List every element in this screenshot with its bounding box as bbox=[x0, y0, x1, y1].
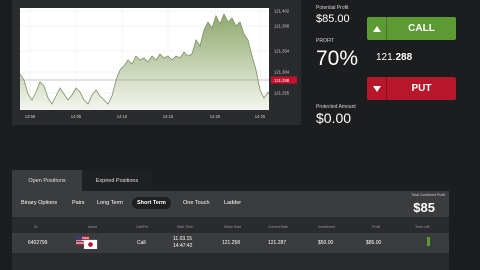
tab-expired-positions[interactable]: Expired Positions bbox=[82, 170, 152, 191]
current-price-main: 121. bbox=[376, 52, 396, 63]
y-tick-label: 121.354 bbox=[274, 49, 290, 54]
total-profit-label: Total Combined Profit bbox=[411, 193, 445, 197]
tab-bar-filler bbox=[152, 170, 449, 191]
position-direction: Call bbox=[137, 240, 146, 246]
x-tick-label: 14:25 bbox=[255, 114, 266, 119]
filter-long-term[interactable]: Long Term bbox=[97, 200, 123, 206]
filter-short-term[interactable]: Short Term bbox=[132, 197, 171, 209]
current-price: 121.288 bbox=[376, 52, 412, 63]
positions-panel: Open Positions Expired Positions Binary … bbox=[12, 170, 449, 270]
filter-ladder[interactable]: Ladder bbox=[224, 200, 241, 206]
col-investment: Investment bbox=[318, 225, 336, 229]
y-tick-label: 121.368 bbox=[274, 24, 290, 29]
protected-amount-value: $0.00 bbox=[316, 110, 352, 126]
col-profit: Profit bbox=[372, 225, 381, 229]
currency-pair-flag-icon bbox=[76, 236, 98, 250]
col-time-left: Time Left bbox=[415, 225, 430, 229]
col-asset: Asset bbox=[88, 225, 97, 229]
current-price-tag-label: 121.288 bbox=[274, 78, 290, 83]
col-call-put: Call/Put bbox=[136, 225, 149, 229]
profit-percent: 70% bbox=[316, 47, 359, 70]
trade-panel: Potential Profit $85.00 PROFIT 70% Prote… bbox=[310, 0, 480, 135]
tab-open-positions[interactable]: Open Positions bbox=[12, 170, 82, 191]
x-tick-label: 14:05 bbox=[71, 114, 82, 119]
potential-profit-label: Potential Profit bbox=[316, 5, 349, 11]
call-button[interactable]: CALL bbox=[367, 17, 456, 40]
y-tick-label: 121.402 bbox=[274, 9, 290, 14]
col-id: ID bbox=[34, 225, 38, 229]
position-start-time: 14:47:42 bbox=[173, 243, 193, 249]
x-tick-label: 14:15 bbox=[163, 114, 174, 119]
call-button-label: CALL bbox=[408, 23, 435, 34]
profit-label: PROFIT bbox=[316, 38, 335, 44]
col-current-rate: Current Rate bbox=[268, 225, 289, 229]
position-id: 6402799 bbox=[28, 240, 48, 246]
position-investment: $50.00 bbox=[318, 240, 334, 246]
position-profit: $85.00 bbox=[366, 240, 382, 246]
y-tick-label: 121.304 bbox=[274, 70, 290, 75]
trading-page: 121.402 121.368 121.354 121.304 121.255 121.2… bbox=[0, 0, 480, 270]
table-row[interactable]: 6402799 Call 11.03.15 14:47:42 121.258 1… bbox=[12, 233, 449, 253]
filter-binary-options[interactable]: Binary Options bbox=[21, 200, 57, 206]
x-tick-label: 13:58 bbox=[25, 114, 36, 119]
chevron-up-icon bbox=[367, 17, 387, 40]
y-tick-label: 121.255 bbox=[274, 91, 290, 96]
x-tick-label: 14:20 bbox=[210, 114, 221, 119]
filter-pairs[interactable]: Pairs bbox=[72, 200, 85, 206]
position-strike-rate: 121.258 bbox=[222, 240, 241, 246]
x-tick-label: 14:10 bbox=[117, 114, 128, 119]
price-chart[interactable]: 121.402 121.368 121.354 121.304 121.255 121.2… bbox=[12, 0, 301, 125]
filter-one-touch[interactable]: One Touch bbox=[183, 200, 210, 206]
potential-profit-value: $85.00 bbox=[316, 13, 350, 25]
total-profit-value: $85 bbox=[413, 200, 435, 215]
position-start-date: 11.03.15 bbox=[173, 236, 193, 242]
time-left-indicator bbox=[427, 237, 430, 246]
position-current-rate: 121.287 bbox=[268, 240, 287, 246]
col-start-time: Start Time bbox=[177, 225, 193, 229]
filter-bar: Binary Options Pairs Long Term Short Ter… bbox=[12, 191, 449, 217]
price-chart-panel: 121.402 121.368 121.354 121.304 121.255 121.2… bbox=[12, 0, 301, 125]
current-price-pips: 288 bbox=[395, 52, 413, 63]
col-strike-rate: Strike Rate bbox=[224, 225, 242, 229]
put-button-label: PUT bbox=[411, 83, 432, 94]
put-button[interactable]: PUT bbox=[367, 77, 456, 100]
chevron-down-icon bbox=[367, 77, 387, 100]
